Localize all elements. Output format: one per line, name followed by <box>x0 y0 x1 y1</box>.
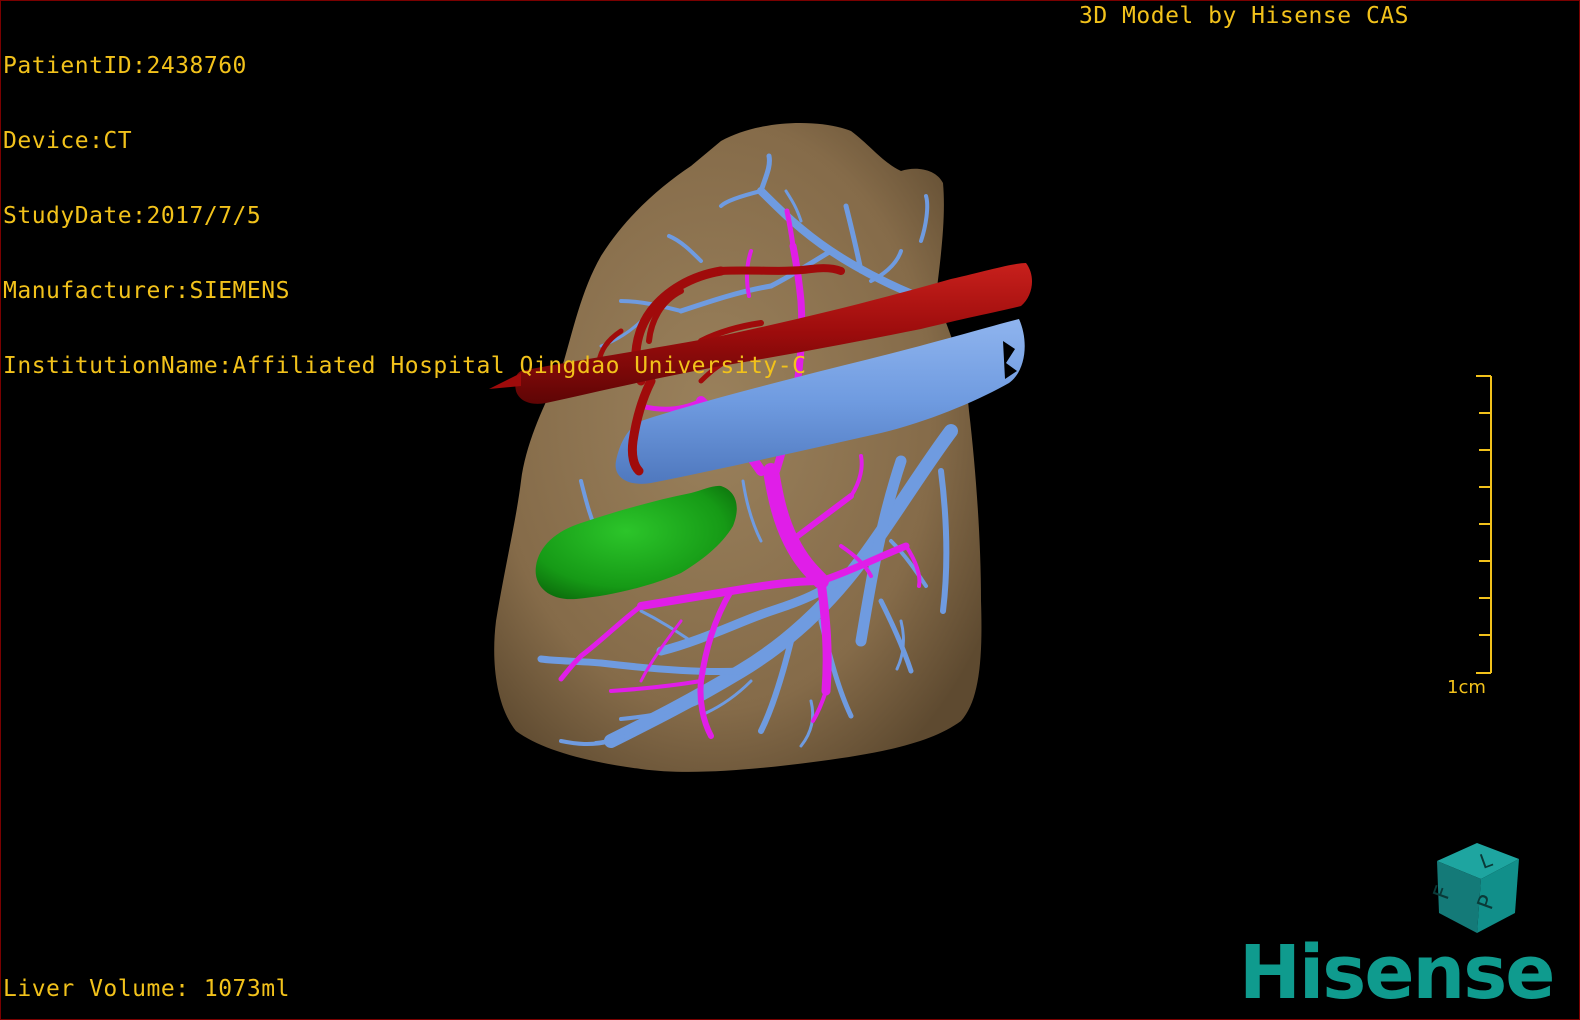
liver-volume-label: Liver Volume: 1073ml <box>3 976 290 1002</box>
scale-bar-label: 1cm <box>1447 677 1486 698</box>
patient-id-label: PatientID:2438760 <box>3 53 247 79</box>
manufacturer-label: Manufacturer:SIEMENS <box>3 278 290 304</box>
device-label: Device:CT <box>3 128 133 154</box>
scale-bar <box>1476 375 1492 674</box>
3d-viewport[interactable]: PatientID:2438760 Device:CT StudyDate:20… <box>0 0 1580 1020</box>
orientation-cube-icon[interactable]: F L P <box>1419 833 1529 943</box>
hisense-logo: Hisense <box>1239 930 1555 1016</box>
dicom-info-block: PatientID:2438760 Device:CT StudyDate:20… <box>3 4 806 429</box>
institution-label: InstitutionName:Affiliated Hospital Qing… <box>3 353 807 379</box>
study-date-label: StudyDate:2017/7/5 <box>3 203 262 229</box>
model-credit-label: 3D Model by Hisense CAS <box>1079 3 1409 29</box>
